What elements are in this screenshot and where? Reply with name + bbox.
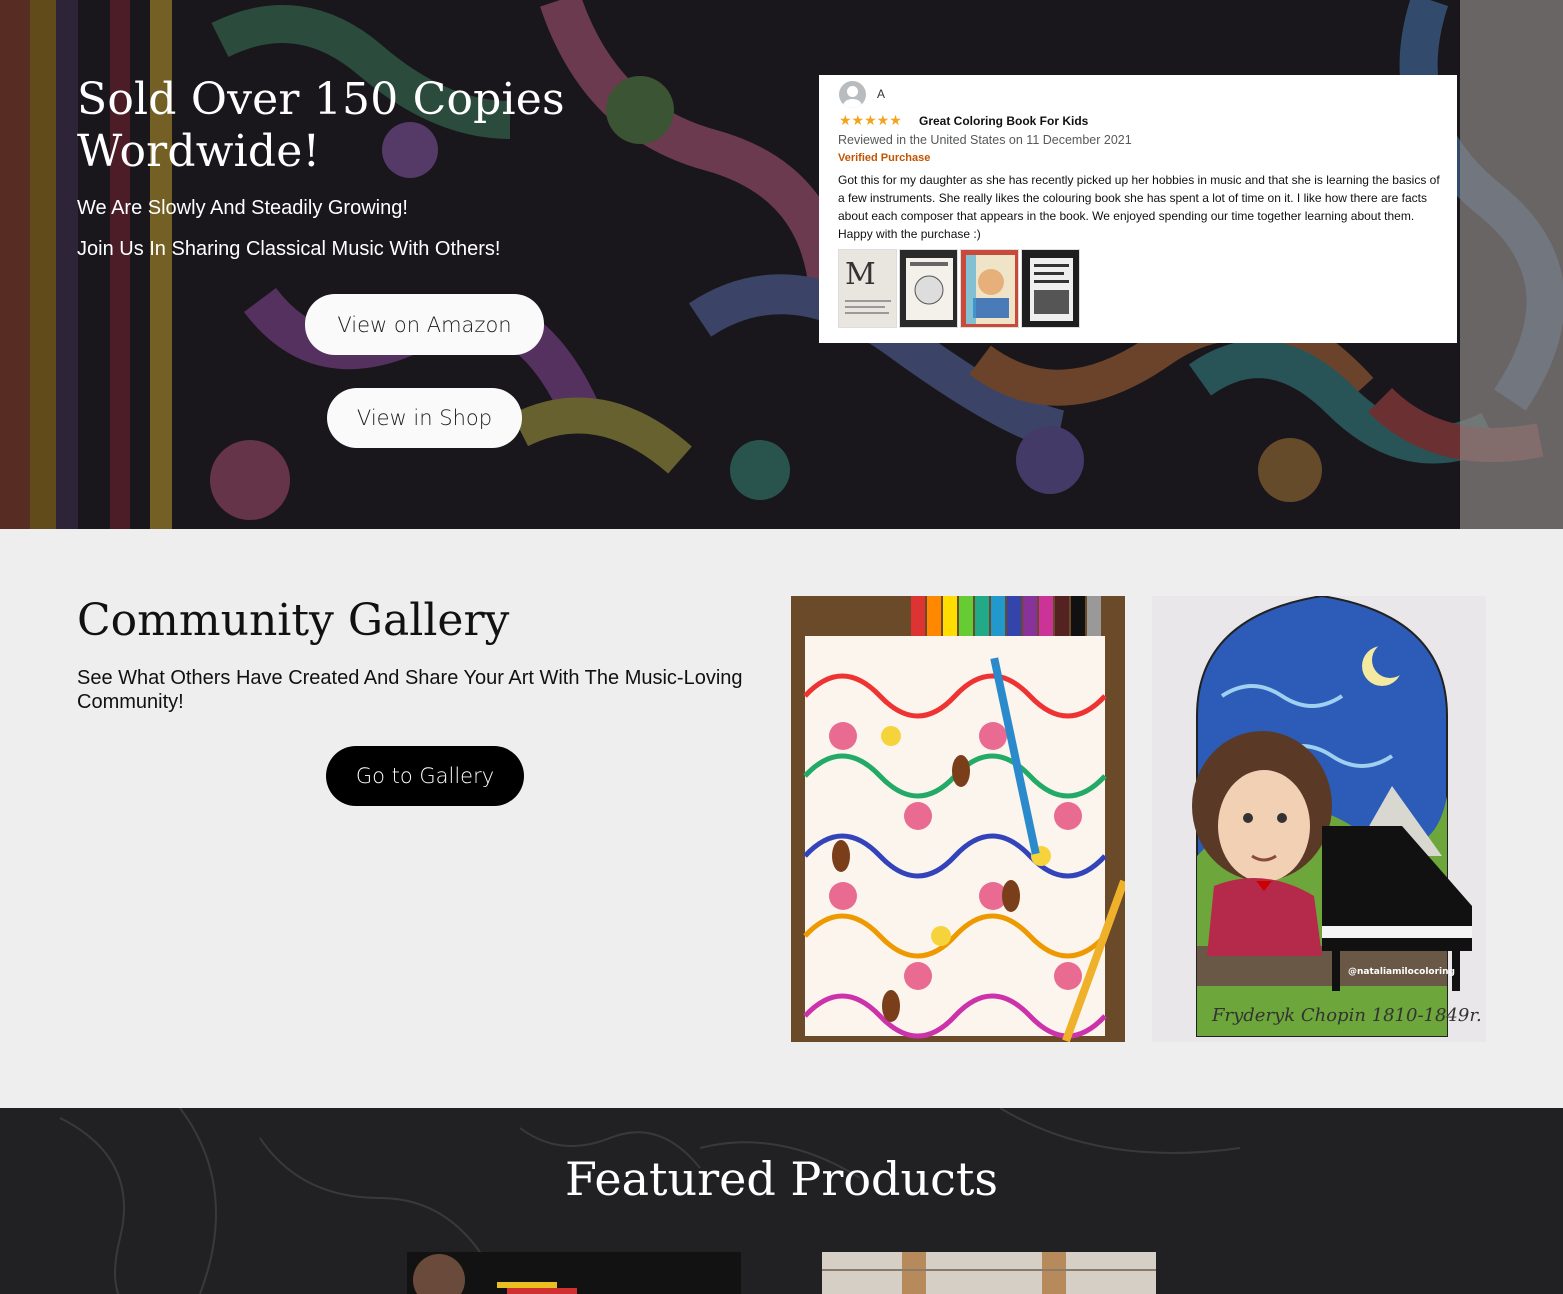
product-card-image[interactable] xyxy=(822,1252,1156,1294)
review-thumbnail[interactable] xyxy=(899,249,958,328)
gallery-title: Community Gallery xyxy=(77,595,510,646)
hero-subtitle-growing: We Are Slowly And Steadily Growing! xyxy=(77,197,408,219)
verified-purchase-badge: Verified Purchase xyxy=(838,152,931,164)
community-gallery-section: Community Gallery See What Others Have C… xyxy=(0,529,1563,1108)
reviewer-avatar-icon xyxy=(839,81,866,108)
gallery-image-pattern[interactable] xyxy=(791,596,1125,1042)
hero-section: Sold Over 150 Copies Wordwide! We Are Sl… xyxy=(0,0,1563,529)
review-title: Great Coloring Book For Kids xyxy=(919,114,1089,128)
view-in-shop-button[interactable]: View in Shop xyxy=(327,388,522,448)
go-to-gallery-button[interactable]: Go to Gallery xyxy=(326,746,524,806)
gallery-description: See What Others Have Created And Share Y… xyxy=(77,667,743,713)
featured-products-section: Featured Products xyxy=(0,1108,1563,1294)
view-on-amazon-button[interactable]: View on Amazon xyxy=(305,294,544,355)
svg-text:M: M xyxy=(845,257,876,292)
hero-subtitle-join: Join Us In Sharing Classical Music With … xyxy=(77,238,501,260)
review-thumbnail[interactable] xyxy=(960,249,1019,328)
review-thumbnails: M xyxy=(838,249,1080,328)
featured-products-title: Featured Products xyxy=(564,1152,998,1206)
review-body: Got this for my daughter as she has rece… xyxy=(838,173,1440,241)
rating-stars-icon: ★★★★★ xyxy=(839,112,902,128)
review-thumbnail[interactable]: M xyxy=(838,249,897,328)
hero-title: Sold Over 150 Copies Wordwide! xyxy=(77,74,565,177)
review-thumbnail[interactable] xyxy=(1021,249,1080,328)
amazon-review-card: A ★★★★★ Great Coloring Book For Kids Rev… xyxy=(819,75,1457,343)
reviewer-name: A xyxy=(877,87,886,101)
gallery-image-chopin[interactable]: Fryderyk Chopin 1810-1849r. @nataliamilo… xyxy=(1152,596,1486,1042)
review-meta: Reviewed in the United States on 11 Dece… xyxy=(838,133,1132,147)
svg-text:@nataliamilocoloring: @nataliamilocoloring xyxy=(1348,967,1455,977)
product-card-image[interactable] xyxy=(407,1252,741,1294)
svg-text:Fryderyk Chopin 1810-1849r.: Fryderyk Chopin 1810-1849r. xyxy=(1211,1005,1482,1026)
